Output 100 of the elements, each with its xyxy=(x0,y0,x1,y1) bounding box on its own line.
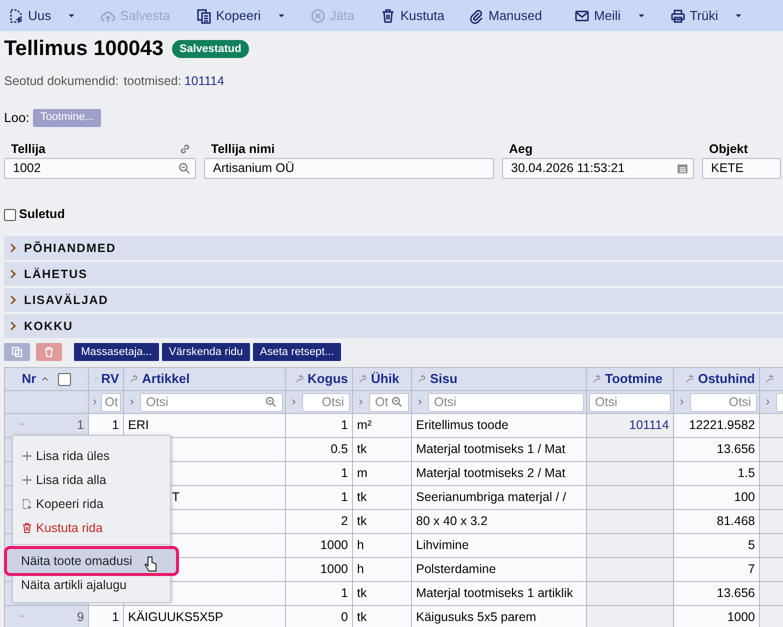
menu-item-label: Kustuta rida xyxy=(36,520,103,537)
input-field[interactable]: KETE xyxy=(702,158,781,180)
table-cell-text: tk xyxy=(357,513,368,530)
button-label: Kustuta xyxy=(400,6,444,25)
table-cell-text: 13.656 xyxy=(716,441,755,458)
filter-field[interactable]: Otsi xyxy=(302,392,350,412)
section-header[interactable]: LISAVÄLJAD xyxy=(4,288,783,312)
table-cell-text: 1 xyxy=(340,489,348,506)
section-title: PÕHIANDMED xyxy=(24,240,116,257)
table-cell-text: 7 xyxy=(747,561,755,578)
new-document-icon xyxy=(8,8,24,24)
copy-row-icon xyxy=(21,498,33,510)
closed-checkbox[interactable] xyxy=(4,208,16,221)
calendar-icon[interactable] xyxy=(676,162,689,176)
menu-item[interactable]: Näita toote omadusi xyxy=(7,549,176,573)
link-icon[interactable] xyxy=(178,142,192,156)
toolbar-button[interactable]: Manused xyxy=(464,2,546,28)
chevron-right-icon[interactable] xyxy=(357,397,365,407)
chevron-right-icon[interactable] xyxy=(678,397,686,407)
filter-placeholder: Otsi xyxy=(146,394,168,411)
button-label: Meili xyxy=(594,6,621,25)
plus-icon xyxy=(21,450,33,462)
delete-rows-button[interactable] xyxy=(36,343,62,361)
table-cell-text: tk xyxy=(357,609,368,626)
table-cell-text: 80 x 40 x 3.2 xyxy=(416,513,489,530)
section-header[interactable]: KOKKU xyxy=(4,314,783,338)
printer-icon xyxy=(670,8,686,24)
table-cell-text: m xyxy=(357,465,368,482)
linked-docs-type: tootmised: xyxy=(124,73,182,90)
table-cell-text: tk xyxy=(357,489,368,506)
chevron-right-icon[interactable] xyxy=(91,397,99,407)
chevron-right-icon[interactable] xyxy=(128,397,136,407)
search-icon[interactable] xyxy=(265,396,277,408)
chevron-right-icon xyxy=(8,268,18,280)
table-cell-text: Materjal tootmiseks 1 / Mat xyxy=(416,441,566,458)
section-header[interactable]: LÄHETUS xyxy=(4,262,783,286)
paperclip-icon xyxy=(468,8,484,24)
column-header[interactable]: Nr xyxy=(22,369,36,389)
toolbar-button[interactable]: Uus xyxy=(4,2,80,28)
field-label: Aeg xyxy=(509,140,533,158)
column-header[interactable]: Sisu xyxy=(430,369,458,389)
filter-field[interactable]: Ot xyxy=(101,392,121,412)
table-cell-text: Eritellimus toode xyxy=(416,417,510,434)
page-title: Tellimus 100043 xyxy=(4,36,164,62)
copy-icon xyxy=(11,346,23,358)
filter-field[interactable]: Ot xyxy=(369,392,409,412)
menu-item-label: Lisa rida alla xyxy=(36,472,106,489)
toolbar-button[interactable]: Kopeeri xyxy=(192,2,290,28)
button-label: Kopeeri xyxy=(216,6,261,25)
menu-item-label: Lisa rida üles xyxy=(36,448,110,465)
toolbar-button[interactable]: Aseta retsept... xyxy=(252,343,341,361)
table-cell-text: 0.5 xyxy=(330,441,348,458)
toolbar-button[interactable]: Massasetaja... xyxy=(74,343,159,361)
table-cell-text: Käigusuks 5x5 parem xyxy=(416,609,538,626)
section-header[interactable]: PÕHIANDMED xyxy=(4,236,783,260)
field-label: Tellija nimi xyxy=(211,140,275,158)
filter-field[interactable]: Otsi xyxy=(589,392,671,412)
menu-item[interactable]: Lisa rida alla xyxy=(13,468,170,492)
table-cell-text: 1 xyxy=(340,585,348,602)
table-cell-text: 81.468 xyxy=(716,513,755,530)
linked-doc-link[interactable]: 101114 xyxy=(184,72,224,91)
linked-docs-label: Seotud dokumendid: xyxy=(4,73,119,90)
search-icon[interactable] xyxy=(178,162,191,176)
filter-field[interactable]: Otsi xyxy=(428,392,584,412)
filter-placeholder: Ot xyxy=(104,394,118,411)
table-cell-text: 5 xyxy=(747,537,755,554)
chevron-right-icon xyxy=(8,320,18,332)
input-field[interactable]: 30.04.2026 11:53:21 xyxy=(502,158,694,180)
table-cell-text: m² xyxy=(357,417,373,434)
chevron-right-icon[interactable] xyxy=(290,397,298,407)
menu-item[interactable]: Kopeeri rida xyxy=(13,492,170,516)
create-label: Loo: xyxy=(4,108,30,127)
table-cell-text: Lihvimine xyxy=(416,537,470,554)
search-icon[interactable] xyxy=(391,396,403,408)
filter-field[interactable]: Otsi xyxy=(140,392,283,412)
table-cell-text: 1000 xyxy=(726,609,755,626)
table-cell-text: h xyxy=(357,561,365,578)
toolbar-button[interactable]: Meili xyxy=(570,2,650,28)
filter-placeholder: Otsi xyxy=(595,394,618,411)
chevron-right-icon[interactable] xyxy=(764,397,772,407)
button-label: Trüki xyxy=(690,6,718,25)
menu-item[interactable]: Lisa rida üles xyxy=(13,444,170,468)
menu-item-label: Näita artikli ajalugu xyxy=(21,576,127,594)
input-field[interactable]: Artisanium OÜ xyxy=(204,158,494,180)
filter-field[interactable]: Otsi xyxy=(690,392,757,412)
toolbar-button[interactable]: Kustuta xyxy=(376,2,448,28)
plus-icon xyxy=(21,474,33,486)
menu-item[interactable]: Näita artikli ajalugu xyxy=(13,573,170,597)
input-field[interactable]: 1002 xyxy=(4,158,196,180)
toolbar-button[interactable]: Värskenda ridu xyxy=(162,343,250,361)
chevron-right-icon[interactable] xyxy=(416,397,424,407)
table-cell-text: 1000 xyxy=(319,537,348,554)
section-title: LÄHETUS xyxy=(24,266,88,283)
table-cell-text: Materjal tootmiseks 2 / Mat xyxy=(416,465,566,482)
table-cell-text: T xyxy=(171,489,181,506)
menu-item[interactable]: Kustuta rida xyxy=(13,516,170,540)
select-all-checkbox[interactable] xyxy=(58,372,72,386)
table-cell-text: Polsterdamine xyxy=(416,561,497,578)
table-cell-text: 13.656 xyxy=(716,585,755,602)
toolbar-button[interactable]: Trüki xyxy=(666,2,748,28)
